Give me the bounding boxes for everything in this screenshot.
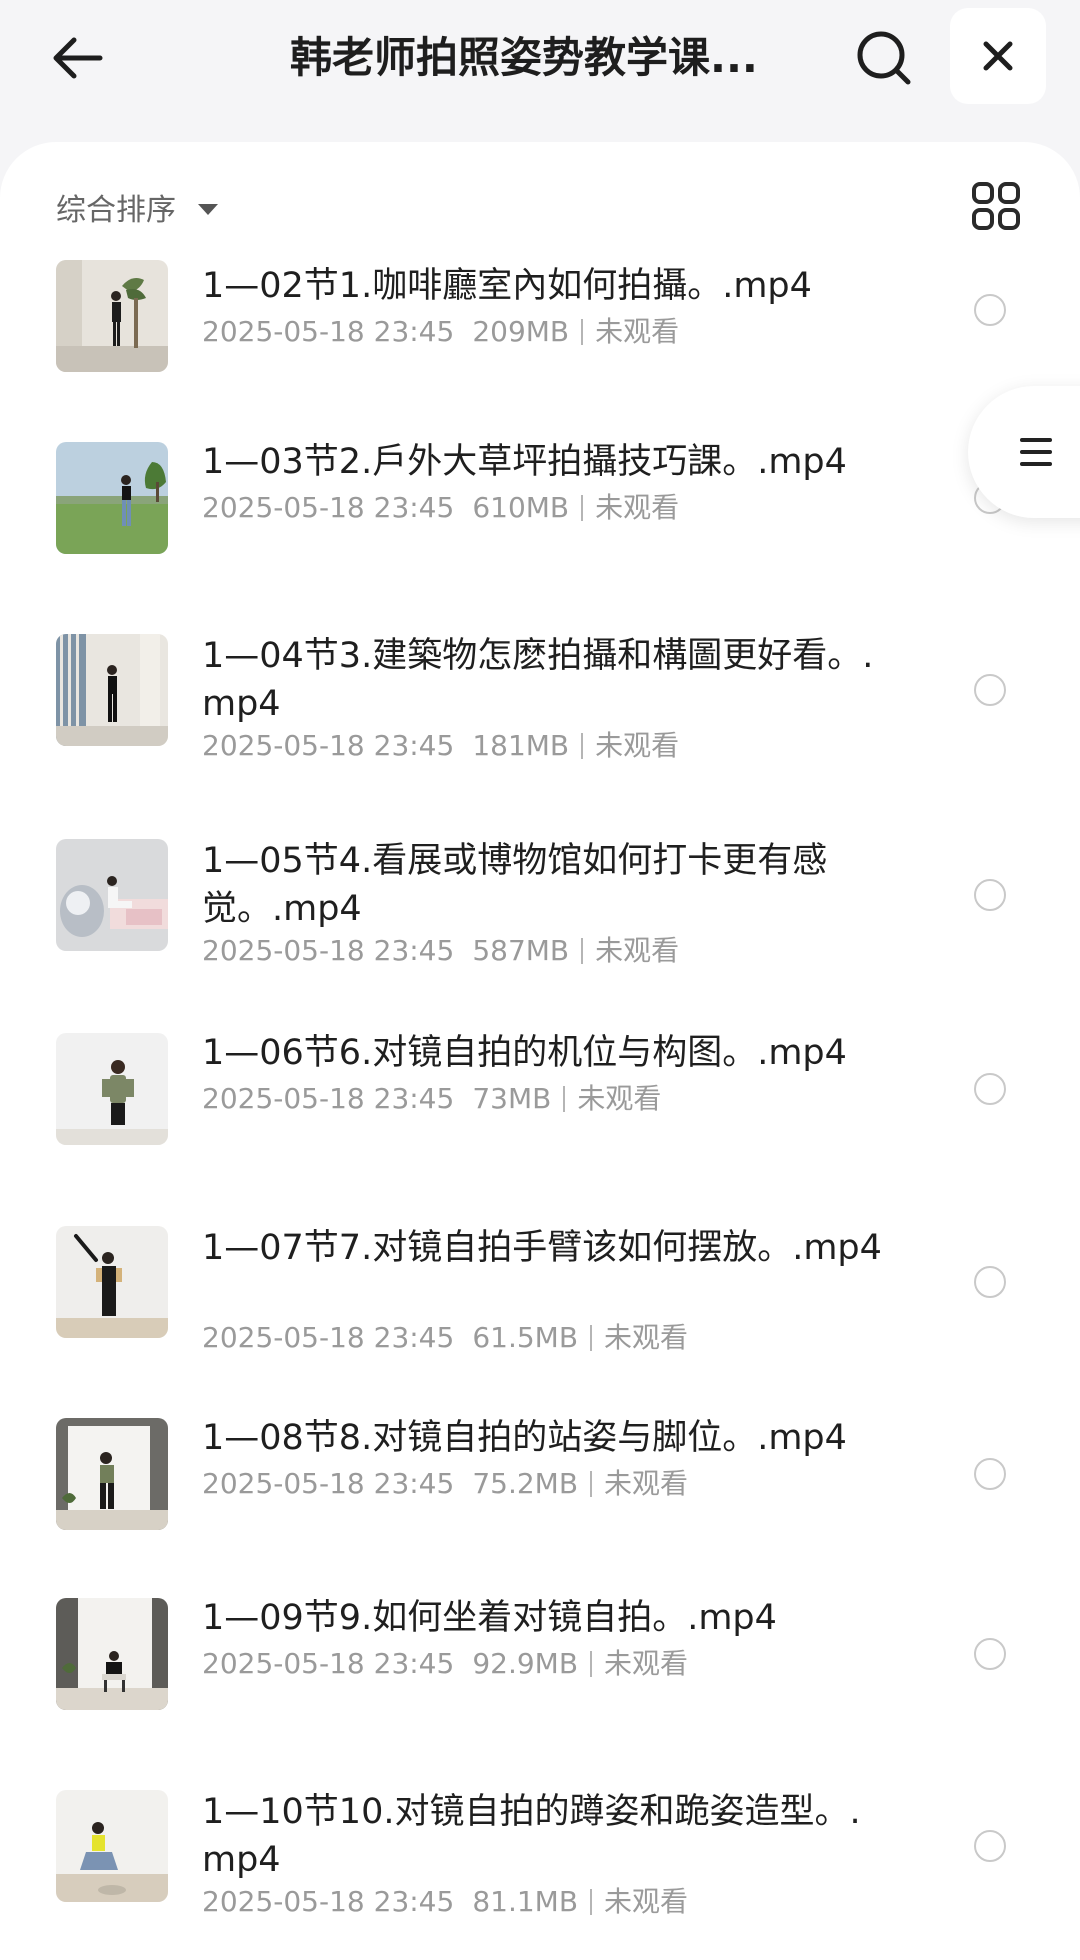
select-radio[interactable] <box>974 1638 1006 1670</box>
file-list-panel: 综合排序 1—02节1.咖啡廳室內如何拍攝。.mp4 2025-05-18 23… <box>0 142 1080 1960</box>
meta-divider <box>581 733 584 759</box>
file-meta: 2025-05-18 23:45 81.1MB 未观看 <box>202 1884 688 1920</box>
file-meta: 2025-05-18 23:45 181MB 未观看 <box>202 728 679 764</box>
meta-divider <box>590 1889 593 1915</box>
file-size: 73MB <box>472 1082 552 1115</box>
file-name: 1—08节8.对镜自拍的站姿与脚位。.mp4 <box>202 1418 847 1458</box>
sort-dropdown[interactable]: 综合排序 <box>56 182 218 232</box>
close-button[interactable] <box>950 8 1046 104</box>
watch-status: 未观看 <box>595 934 680 967</box>
file-meta: 2025-05-18 23:45 75.2MB 未观看 <box>202 1466 688 1502</box>
page-title: 韩老师拍照姿势教学课... <box>290 33 758 82</box>
search-button[interactable] <box>852 26 916 90</box>
file-meta: 2025-05-18 23:45 92.9MB 未观看 <box>202 1646 688 1682</box>
file-size: 610MB <box>472 491 570 524</box>
top-bar: 韩老师拍照姿势教学课... <box>0 0 1080 142</box>
back-button[interactable] <box>40 26 112 90</box>
file-date: 2025-05-18 23:45 <box>202 729 455 762</box>
watch-status: 未观看 <box>604 1647 689 1680</box>
list-item[interactable]: 1—08节8.对镜自拍的站姿与脚位。.mp4 2025-05-18 23:45 7… <box>0 1418 1080 1558</box>
file-meta: 2025-05-18 23:45 73MB 未观看 <box>202 1081 661 1117</box>
video-thumbnail <box>56 442 168 554</box>
file-meta: 2025-05-18 23:45 587MB 未观看 <box>202 933 679 969</box>
meta-divider <box>590 1471 593 1497</box>
list-item[interactable]: 1—07节7.对镜自拍手臂该如何摆放。.mp4 2025-05-18 23:45… <box>0 1226 1080 1366</box>
video-thumbnail <box>56 634 168 746</box>
meta-divider <box>581 319 584 345</box>
file-name: 1—03节2.戶外大草坪拍攝技巧課。.mp4 <box>202 442 847 482</box>
file-name: 1—05节4.看展或博物馆如何打卡更有感觉。.mp4 <box>202 841 828 929</box>
video-thumbnail <box>56 839 168 951</box>
list-menu-icon <box>1020 438 1052 466</box>
list-item[interactable]: 1—10节10.对镜自拍的蹲姿和跪姿造型。.mp4 2025-05-18 23:… <box>0 1790 1080 1960</box>
file-date: 2025-05-18 23:45 <box>202 1647 455 1680</box>
file-meta: 2025-05-18 23:45 610MB 未观看 <box>202 490 679 526</box>
file-size: 181MB <box>472 729 570 762</box>
watch-status: 未观看 <box>595 491 680 524</box>
meta-divider <box>590 1651 593 1677</box>
video-thumbnail <box>56 260 168 372</box>
meta-divider <box>581 495 584 521</box>
watch-status: 未观看 <box>604 1885 689 1918</box>
list-item[interactable]: 1—05节4.看展或博物馆如何打卡更有感觉。.mp4 2025-05-18 23… <box>0 839 1080 979</box>
close-icon <box>983 41 1013 71</box>
watch-status: 未观看 <box>604 1467 689 1500</box>
list-item[interactable]: 1—09节9.如何坐着对镜自拍。.mp4 2025-05-18 23:45 92.… <box>0 1598 1080 1738</box>
file-size: 75.2MB <box>472 1467 579 1500</box>
meta-divider <box>581 938 584 964</box>
arrow-left-icon <box>53 37 103 79</box>
video-thumbnail <box>56 1790 168 1902</box>
select-radio[interactable] <box>974 1073 1006 1105</box>
file-meta: 2025-05-18 23:45 209MB 未观看 <box>202 314 679 350</box>
meta-divider <box>590 1325 593 1351</box>
select-radio[interactable] <box>974 1830 1006 1862</box>
watch-status: 未观看 <box>604 1321 689 1354</box>
grid-view-icon[interactable] <box>970 180 1022 232</box>
video-thumbnail <box>56 1033 168 1145</box>
watch-status: 未观看 <box>595 729 680 762</box>
caret-down-icon <box>198 203 218 215</box>
file-size: 209MB <box>472 315 570 348</box>
list-item[interactable]: 1—06节6.对镜自拍的机位与构图。.mp4 2025-05-18 23:45 7… <box>0 1033 1080 1173</box>
file-size: 61.5MB <box>472 1321 579 1354</box>
select-radio[interactable] <box>974 879 1006 911</box>
select-radio[interactable] <box>974 1266 1006 1298</box>
file-name: 1—02节1.咖啡廳室內如何拍攝。.mp4 <box>202 266 812 306</box>
file-date: 2025-05-18 23:45 <box>202 1467 455 1500</box>
file-name: 1—09节9.如何坐着对镜自拍。.mp4 <box>202 1598 777 1638</box>
video-thumbnail <box>56 1226 168 1338</box>
file-meta: 2025-05-18 23:45 61.5MB 未观看 <box>202 1320 688 1356</box>
meta-divider <box>563 1086 566 1112</box>
file-date: 2025-05-18 23:45 <box>202 1082 455 1115</box>
list-item[interactable]: 1—02节1.咖啡廳室內如何拍攝。.mp4 2025-05-18 23:45 20… <box>0 260 1080 410</box>
file-name: 1—07节7.对镜自拍手臂该如何摆放。.mp4 <box>202 1228 882 1268</box>
file-name: 1—04节3.建築物怎麽拍攝和構圖更好看。.mp4 <box>202 636 874 724</box>
select-radio[interactable] <box>974 1458 1006 1490</box>
search-icon <box>857 31 911 85</box>
watch-status: 未观看 <box>595 315 680 348</box>
file-name: 1—06节6.对镜自拍的机位与构图。.mp4 <box>202 1033 847 1073</box>
file-date: 2025-05-18 23:45 <box>202 491 455 524</box>
file-date: 2025-05-18 23:45 <box>202 1321 455 1354</box>
select-radio[interactable] <box>974 294 1006 326</box>
sort-label: 综合排序 <box>56 193 176 228</box>
file-size: 81.1MB <box>472 1885 579 1918</box>
list-item[interactable]: 1—03节2.戶外大草坪拍攝技巧課。.mp4 2025-05-18 23:45 6… <box>0 442 1080 582</box>
select-radio[interactable] <box>974 674 1006 706</box>
file-size: 92.9MB <box>472 1647 579 1680</box>
file-date: 2025-05-18 23:45 <box>202 1885 455 1918</box>
file-date: 2025-05-18 23:45 <box>202 315 455 348</box>
list-item[interactable]: 1—04节3.建築物怎麽拍攝和構圖更好看。.mp4 2025-05-18 23:… <box>0 634 1080 774</box>
video-thumbnail <box>56 1598 168 1710</box>
file-size: 587MB <box>472 934 570 967</box>
video-thumbnail <box>56 1418 168 1530</box>
file-date: 2025-05-18 23:45 <box>202 934 455 967</box>
file-name: 1—10节10.对镜自拍的蹲姿和跪姿造型。.mp4 <box>202 1792 861 1880</box>
watch-status: 未观看 <box>577 1082 662 1115</box>
